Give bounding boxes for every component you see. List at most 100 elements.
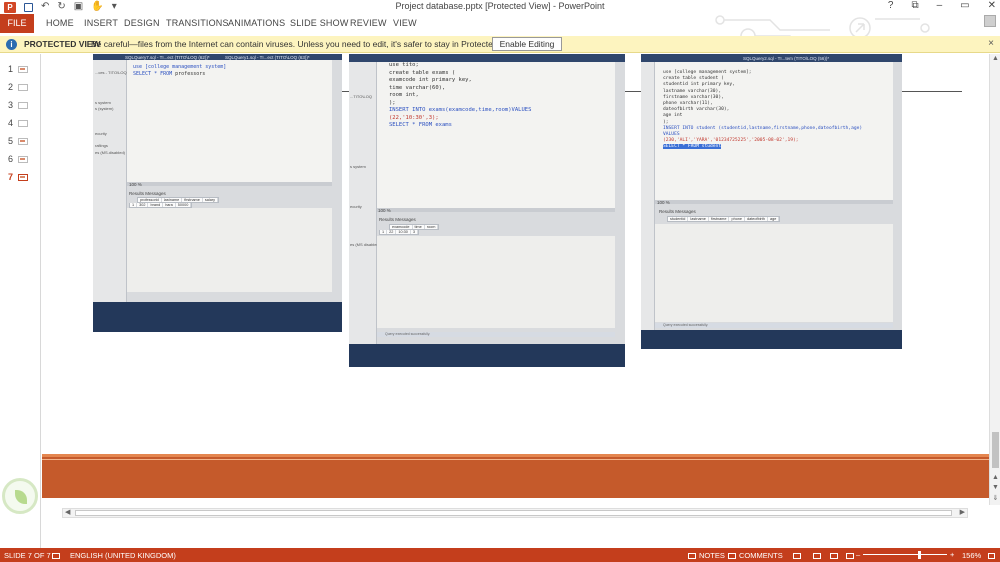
comments-button[interactable]: COMMENTS	[728, 551, 783, 560]
results-splitter[interactable]	[655, 200, 893, 204]
spellcheck-icon[interactable]	[52, 551, 63, 560]
explorer-node: ...ces - TITO\LOQ	[95, 70, 127, 75]
results-area	[127, 208, 332, 292]
scroll-down-icon[interactable]: ▼	[991, 484, 1000, 491]
query-editor[interactable]	[127, 60, 332, 182]
tab-home[interactable]: HOME	[46, 18, 74, 28]
horizontal-scrollbar[interactable]: ◀ ▶	[62, 508, 968, 518]
language-indicator[interactable]: ENGLISH (UNITED KINGDOM)	[70, 551, 176, 560]
next-slide-icon[interactable]: ⇓	[991, 494, 1000, 502]
code-line: use tito;	[389, 62, 419, 68]
slide-mini-icon	[18, 138, 28, 145]
code-line: age int	[663, 113, 683, 119]
table-row: 1 22 10:30 3	[379, 230, 419, 235]
protected-view-title: PROTECTED VIEW	[24, 39, 101, 49]
slide-thumbnail-6[interactable]: 6	[0, 152, 40, 168]
account-area[interactable]	[984, 15, 996, 27]
cell: hara	[163, 203, 176, 207]
comments-icon	[728, 553, 736, 559]
code-block: use [college management system] SELECT *…	[133, 64, 226, 77]
enable-editing-button[interactable]: Enable Editing	[492, 37, 562, 51]
close-icon[interactable]: ×	[988, 38, 994, 49]
slide-footer-band	[42, 454, 989, 498]
column-header: salary	[203, 198, 218, 202]
results-splitter[interactable]	[127, 182, 332, 186]
close-icon[interactable]: ✕	[988, 0, 996, 11]
tab-view[interactable]: VIEW	[393, 18, 417, 28]
results-tabs[interactable]: Results Messages	[659, 209, 696, 214]
cell: 50000	[176, 203, 192, 207]
fit-slide-icon[interactable]	[988, 551, 998, 560]
notes-button[interactable]: NOTES	[688, 551, 725, 560]
reading-view-icon[interactable]	[830, 551, 841, 560]
code-line: SELECT * FROM exams	[389, 122, 452, 128]
slide-number: 2	[8, 82, 14, 92]
zoom-slider-thumb[interactable]	[918, 551, 921, 559]
zoom-level[interactable]: 156%	[962, 551, 981, 560]
minimize-icon[interactable]: –	[937, 0, 943, 11]
normal-view-icon[interactable]	[793, 551, 804, 560]
slide-mini-icon	[18, 120, 28, 127]
scroll-right-icon[interactable]: ▶	[960, 508, 965, 516]
vertical-scrollbar[interactable]: ▲ ▲ ▼ ⇓	[989, 54, 1000, 505]
code-line: time varchar(60),	[389, 84, 446, 91]
tab-animations[interactable]: ANIMATIONS	[228, 18, 285, 28]
zoom-in-button[interactable]: +	[950, 550, 954, 559]
pane-splitter[interactable]	[40, 54, 41, 548]
scroll-left-icon[interactable]: ◀	[65, 508, 70, 516]
tab-slide-show[interactable]: SLIDE SHOW	[290, 18, 349, 28]
code-block: use [college management system]; create …	[663, 70, 862, 151]
tab-transitions[interactable]: TRANSITIONS	[166, 18, 229, 28]
slide-thumbnail-7[interactable]: 7	[0, 170, 40, 186]
zoom-out-button[interactable]: –	[856, 550, 860, 559]
column-header: firstname	[182, 198, 203, 202]
zoom-slider[interactable]	[863, 554, 947, 555]
zoom-level: 100 %	[657, 200, 670, 205]
slide-thumbnail-1[interactable]: 1	[0, 62, 40, 78]
scroll-thumb[interactable]	[75, 510, 952, 516]
tab-design[interactable]: DESIGN	[124, 18, 160, 28]
results-tabs[interactable]: Results Messages	[379, 217, 416, 222]
sql-screenshot-exams[interactable]: ...TITO\LOQ s system ecurity es (MS disa…	[349, 54, 625, 367]
notes-icon	[688, 553, 696, 559]
code-line: use [college management system];	[663, 70, 752, 75]
results-tabs[interactable]: Results Messages	[129, 191, 166, 196]
tab-insert[interactable]: INSERT	[84, 18, 118, 28]
tab-review[interactable]: REVIEW	[350, 18, 387, 28]
object-explorer	[641, 62, 655, 337]
status-bar: SLIDE 7 OF 7 ENGLISH (UNITED KINGDOM) NO…	[0, 548, 1000, 562]
cell: 1	[380, 230, 388, 234]
scroll-thumb[interactable]	[992, 432, 999, 468]
code-line: INSERT INTO exams(examcode,time,room)VAL…	[389, 107, 532, 113]
code-line: examcode int primary key,	[389, 77, 472, 83]
sql-screenshot-professors[interactable]: SQLQuery7.sql - TI...ect (TITO\LOQ (62))…	[93, 54, 342, 332]
slide-thumbnail-3[interactable]: 3	[0, 98, 40, 114]
avatar-icon[interactable]	[984, 15, 996, 27]
explorer-node: ecurity	[95, 131, 107, 136]
results-splitter[interactable]	[377, 208, 615, 212]
code-line-selected: SELECT * FROM student	[663, 144, 722, 150]
explorer-node: s system	[95, 100, 111, 105]
column-header: phone	[729, 217, 746, 221]
slide-canvas[interactable]: SQLQuery7.sql - TI...ect (TITO\LOQ (62))…	[42, 54, 989, 505]
sql-screenshot-student[interactable]: SQLQuery2.sql - TI...tem (TITO\LOQ (56))…	[641, 54, 902, 349]
help-icon[interactable]: ?	[888, 0, 894, 11]
results-area	[655, 224, 893, 322]
slide-thumbnail-2[interactable]: 2	[0, 80, 40, 96]
code-line: create table student (	[663, 76, 724, 82]
scroll-up-icon[interactable]: ▲	[991, 474, 1000, 481]
maximize-icon[interactable]: ▭	[960, 0, 969, 11]
code-line: phone varchar(11),	[663, 101, 713, 107]
tab-file[interactable]: FILE	[0, 14, 34, 33]
slide-thumbnail-4[interactable]: 4	[0, 116, 40, 132]
code-line: create table exams (	[389, 69, 456, 76]
scroll-up-icon[interactable]: ▲	[991, 55, 1000, 62]
slide-thumbnail-5[interactable]: 5	[0, 134, 40, 150]
code-line: );	[389, 99, 396, 106]
slide-thumbnail-pane: 1 2 3 4 5 6 7	[0, 54, 40, 548]
taskbar-edge	[93, 302, 342, 332]
slide-sorter-icon[interactable]	[813, 551, 824, 560]
slide-number: 1	[8, 64, 14, 74]
watermark-logo	[2, 478, 38, 514]
ribbon-display-options-icon[interactable]: ⧉	[911, 0, 918, 11]
